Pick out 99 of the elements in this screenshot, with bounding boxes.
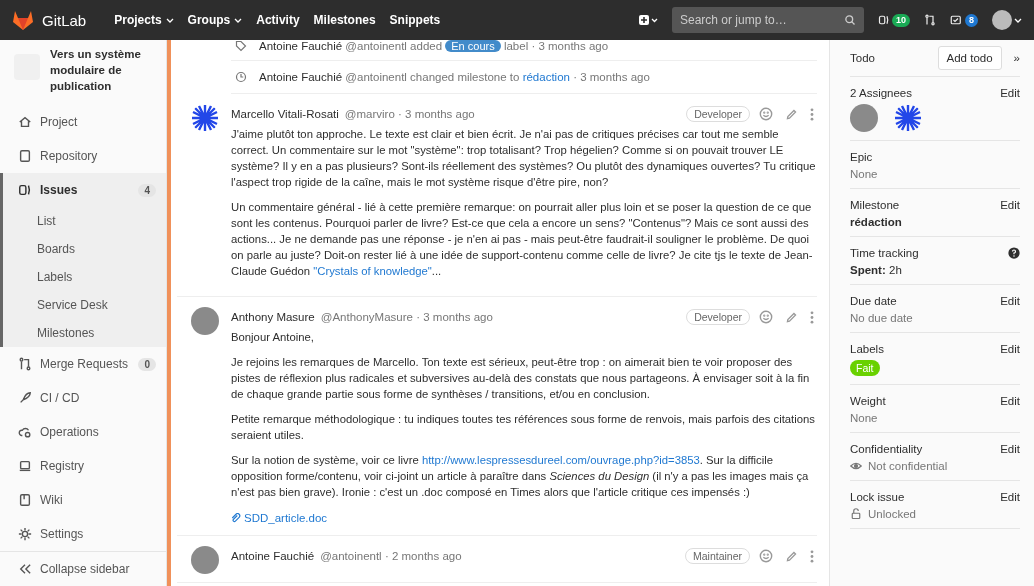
section-title: Labels [850,343,884,355]
section-title: Confidentiality [850,443,923,455]
monitor-icon [18,459,32,474]
edit-link[interactable]: Edit [1000,491,1020,503]
section-title: Due date [850,295,897,307]
comment-paragraph: Sur la notion de système, voir ce livre http://www.lespressesdureel.com/ouvrage.php?id=3853. Sur la difficile opposition forme/contenu, voir ci-joint un article à paraître dans Sciences du Design (il n'y a pas les images mais ça n'est pas bien grave). Ironie : c'est un .doc composé en Times alors que l'article critique ces impensés :) [231,453,810,500]
pencil-icon [785,549,798,563]
author-name[interactable]: Anthony Masure [231,311,315,323]
todos-button[interactable]: 8 [950,13,978,27]
collapse-button[interactable]: » [1013,52,1020,64]
time-spent: Spent: 2h [850,264,903,276]
sidebar-subitem[interactable]: Boards [3,235,166,264]
paperclip-icon [231,513,241,523]
issues-icon [877,14,890,26]
section-title: Time tracking [850,247,919,259]
sidebar-item[interactable]: Project [0,105,166,140]
count-badge: 4 [138,183,156,197]
nav-link[interactable]: Activity [256,13,300,27]
comment-paragraph: Petite remarque méthodologique : tu indiques toutes tes références sous forme de renvois, mais parfois des citations seraient utiles. [231,412,816,443]
edit-link[interactable]: Edit [1000,395,1020,407]
section-title: Weight [850,395,886,407]
search-field[interactable]: Search or jump to… [671,7,864,33]
issues-icon [18,183,32,198]
avatar-photo-placeholder [850,104,878,132]
smiley-icon [759,310,773,324]
double-chevron-left-icon [18,563,32,576]
sidebar-item[interactable]: Registry [0,449,166,484]
edit-link[interactable]: Edit [1000,87,1020,99]
milestone-link[interactable]: rédaction [522,71,570,83]
nav-link[interactable]: Groups [187,13,243,27]
comment-meta: @antoinentl · 2 months ago [320,550,463,562]
link[interactable]: "Crystals of knowledge" [313,265,432,277]
merge-icon [18,357,32,372]
count-badge: 0 [138,357,156,371]
sidebar-subitem[interactable]: Service Desk [3,291,166,320]
link[interactable]: http://www.lespressesdureel.com/ouvrage.php?id=3853 [421,454,700,466]
lock-icon [850,508,862,520]
merge-requests-button[interactable] [924,14,936,26]
add-todo-button[interactable]: Add todo [937,46,1002,70]
edit-link[interactable]: Edit [1000,443,1020,455]
sidebar-subitem[interactable]: Milestones [3,319,166,348]
comment-paragraph: Bonjour Antoine, [231,330,315,345]
system-note: Antoine Fauchié @antoinentl added En cours label · 3 months ago [259,40,609,52]
sidebar-item[interactable]: Repository [0,139,166,174]
comment-meta: @AnthonyMasure · 3 months ago [320,311,494,323]
pattern-avatar-icon [894,104,922,132]
section-title: 2 Assignees [850,87,912,99]
attachment-link[interactable]: SDD_article.doc [231,512,328,524]
fox-logo-icon[interactable] [12,10,34,30]
chevron-down-icon [1014,16,1022,24]
sidebar-subitem[interactable]: Labels [3,263,166,292]
new-menu-button[interactable] [637,14,658,26]
smiley-icon [759,549,773,563]
edit-link[interactable]: Edit [1000,343,1020,355]
system-note: Antoine Fauchié @antoinentl changed milestone to rédaction · 3 months ago [259,71,650,83]
clock-icon [235,71,247,83]
home-icon [18,115,32,130]
edit-link[interactable]: Edit [1000,295,1020,307]
tag-icon [235,40,247,52]
sidebar-item[interactable]: Wiki [0,483,166,518]
sidebar-item[interactable]: Issues 4 [3,173,166,208]
edit-link[interactable]: Edit [1000,199,1020,211]
milestone-value[interactable]: rédaction [850,216,1020,228]
field-value: None [850,412,879,424]
todo-label: Todo [850,52,875,64]
sidebar-item[interactable]: Settings [0,517,166,552]
smiley-icon [759,107,773,121]
brand-name: GitLab [42,11,87,29]
search-icon [843,14,856,26]
author-name[interactable]: Antoine Fauchié [231,550,315,562]
comment-meta: @marviro · 3 months ago [344,108,476,120]
comment-paragraph: Un commentaire général - lié à cette première remarque: on pourrait aller plus loin et se poser la question de ce que sont les contenus. Pourquoi parler de livre? Est-ce que cela a encore un sens? "Contenus"? Mais ce sont aussi des actions... Je ne demande pas une réponse - je n'en ai pas - mais peut-être faudrait-il souligner le problème. De quoi on parle au juste? Doit-on rester lié à une idée de support-contenu comme celle de livre? Je cite tjs le texte de Jean-Claude Guédon "Crystals of knowledge"... [231,200,814,279]
comment-paragraph: J'aime plutôt ton approche. Le texte est clair et bien écrit. Je n'ai pas de critiques précises car tout me semble correct. Un commentaire sur le mot "système": trop totalisant? Trop hégelien? Comme si on pouvait trouver LE système? Il y en a pas plusieurs? Sont-ils réellement des systèmes? Ou plutôt des dynamiques ouvertes? Tu critique l'aspect trop rigide de la caîne, mais le mot système risque d'être pire, non? [231,127,817,190]
sidebar-item[interactable]: CI / CD [0,381,166,416]
gear-icon [18,527,32,542]
section-title: Lock issue [850,491,905,503]
pencil-icon [785,310,798,324]
help-icon[interactable] [1008,247,1020,259]
eye-icon [850,460,862,472]
collapse-sidebar-button[interactable]: Collapse sidebar [0,551,166,586]
nav-link[interactable]: Projects [114,13,174,27]
pencil-icon [785,107,798,121]
author-name[interactable]: Marcello Vitali-Rosati [231,108,339,120]
section-title: Epic [850,151,873,163]
nav-link[interactable]: Snippets [389,13,441,27]
cloud-gear-icon [18,425,32,440]
book-icon [18,493,32,508]
comment-paragraph: Je rejoins les remarques de Marcello. Ton texte est sérieux, peut-être trop : on aimerait bien te voir proposer des pistes de réflexion plus radicales et subversives au-delà des constats que nous partageons. À envisager soit à la fin de chaque grande partie sous forme de synthèses / transitions, et/ou en conclusion. [231,355,811,402]
sidebar-item[interactable]: Merge Requests 0 [0,347,166,382]
sidebar-subitem[interactable]: List [3,207,166,236]
sidebar-item[interactable]: Operations [0,415,166,450]
checkbox-icon [950,14,963,26]
field-value: No due date [850,312,914,324]
field-value: None [850,168,879,180]
nav-link[interactable]: Milestones [313,13,376,27]
user-menu-button[interactable] [992,10,1022,30]
document-icon [18,149,32,164]
section-title: Milestone [850,199,900,211]
project-name[interactable]: Vers un système modulaire de publication [50,46,158,102]
